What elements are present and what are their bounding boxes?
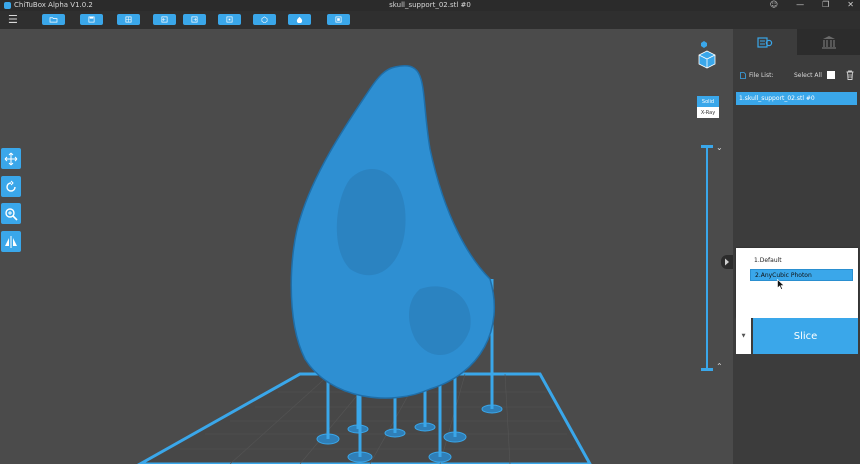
layer-slider-bottom-handle[interactable] [701,368,713,371]
scale-icon [5,207,18,221]
printer-profile-dropdown: 1.Default 2.AnyCubic Photon [736,248,858,318]
redo-icon [191,16,198,23]
rotate-icon [6,180,16,192]
mirror-icon [5,235,17,248]
slice-controls: ▼ Slice [736,318,858,354]
layout-button[interactable] [117,14,140,25]
slice-button[interactable]: Slice [753,318,858,354]
chevron-up-icon[interactable]: ⌃ [716,362,723,371]
rotate-tool-button[interactable] [1,176,21,197]
open-folder-button[interactable] [42,14,65,25]
window-controls: ☺ — ❐ ✕ [770,0,854,9]
chevron-down-icon: ▼ [741,333,746,339]
minimize-icon[interactable]: — [796,0,804,9]
zoom-fit-button[interactable] [218,14,241,25]
trash-icon[interactable] [846,70,854,80]
window-title: skull_support_02.stl #0 [389,1,471,9]
file-list-text: File List: [749,72,774,79]
xray-view-button[interactable]: X-Ray [697,107,719,118]
zoom-fit-icon [226,16,233,23]
toolbar: ☰ [0,11,860,29]
file-list-item[interactable]: 1.skull_support_02.stl #0 [736,92,857,105]
hamburger-icon[interactable]: ☰ [8,14,18,25]
save-icon [88,16,95,23]
mouse-cursor-icon [777,279,785,290]
redo-button[interactable] [183,14,206,25]
file-list-header: File List: Select All [736,69,857,83]
mirror-tool-button[interactable] [1,231,21,252]
tab-supports[interactable] [797,29,860,55]
profile-option-default[interactable]: 1.Default [750,254,853,266]
right-panel: File List: Select All 1.skull_support_02… [733,29,860,464]
chevron-right-icon [725,258,729,266]
profile-option-anycubic-photon[interactable]: 2.AnyCubic Photon [750,269,853,281]
save-button[interactable] [80,14,103,25]
user-icon[interactable]: ☺ [770,0,778,9]
select-all-checkbox[interactable] [827,71,835,79]
view-cube-icon[interactable] [696,41,718,69]
expand-panel-button[interactable] [721,255,733,269]
open-folder-icon [49,17,58,23]
restore-icon[interactable]: ❐ [822,0,829,9]
file-list-label: File List: [740,72,773,79]
hollow-button[interactable] [288,14,311,25]
support-button[interactable] [327,14,350,25]
title-bar: ChiTuBox Alpha V1.0.2 skull_support_02.s… [0,0,860,11]
profile-select-toggle[interactable]: ▼ [736,318,751,354]
close-icon[interactable]: ✕ [847,0,854,9]
solid-view-button[interactable]: Solid [697,96,719,107]
select-all-label: Select All [794,72,822,79]
support-icon [335,16,342,23]
scale-tool-button[interactable] [1,203,21,224]
layer-slider[interactable] [706,145,708,369]
move-tool-button[interactable] [1,148,21,169]
tab-settings[interactable] [733,29,797,55]
hollow-icon [296,16,303,23]
arrange-icon [261,16,268,23]
build-plate-scene [136,65,592,464]
skull-eye-socket [336,169,406,276]
layout-icon [125,16,132,23]
move-icon [4,152,18,165]
chevron-down-icon[interactable]: ⌄ [716,143,723,152]
settings-icon [757,36,773,48]
document-icon [740,72,746,79]
model-viewport[interactable]: Solid X-Ray ⌄ ⌃ [0,29,733,464]
undo-icon [161,16,168,23]
arrange-button[interactable] [253,14,276,25]
undo-button[interactable] [153,14,176,25]
supports-icon [821,36,836,49]
